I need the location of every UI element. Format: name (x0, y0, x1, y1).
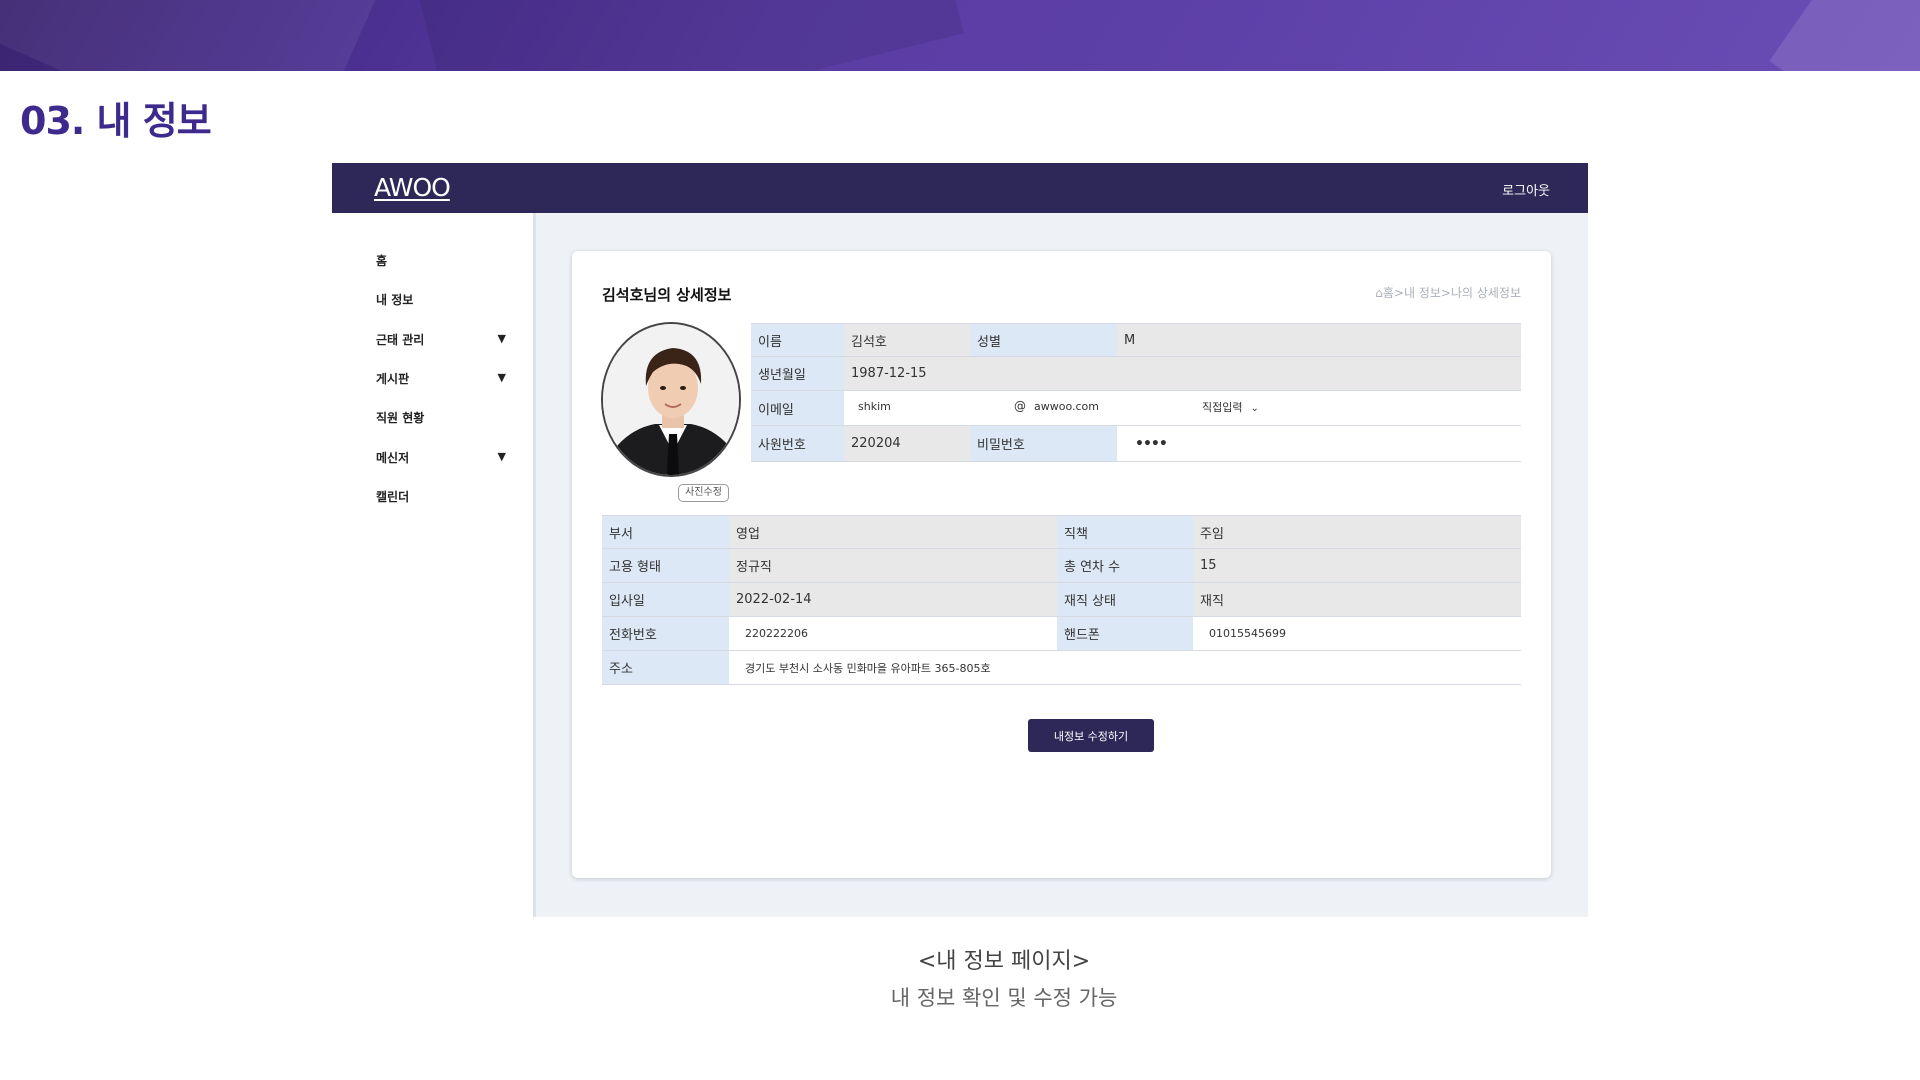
sidebar-item-messenger[interactable]: 메신저 ▼ (376, 449, 506, 469)
dept-label: 부서 (602, 516, 729, 549)
birth-value: 1987-12-15 (844, 357, 1521, 391)
profile-photo (601, 322, 741, 477)
sidebar-item-label: 직원 현황 (376, 411, 425, 425)
leave-value: 15 (1193, 549, 1521, 583)
email-id-input[interactable]: shkim (858, 400, 891, 413)
email-at-sign: @ (1014, 399, 1026, 413)
address-input[interactable]: 경기도 부천시 소사동 민화마을 유아파트 365-805호 (729, 651, 1521, 685)
email-domain-input[interactable]: awwoo.com (1034, 400, 1099, 413)
status-value: 재직 (1193, 583, 1521, 617)
chevron-down-icon: ⌄ (1250, 403, 1259, 414)
sidebar-item-my-info[interactable]: 내 정보 (376, 291, 506, 311)
address-label: 주소 (602, 651, 729, 685)
email-select-value: 직접입력 (1202, 401, 1243, 414)
caret-down-icon[interactable]: ▼ (498, 450, 506, 463)
slide-caption: <내 정보 페이지> (917, 949, 1091, 974)
slide-title: 03. 내 정보 (20, 99, 212, 143)
edit-my-info-button[interactable]: 내정보 수정하기 (1028, 719, 1154, 752)
mobile-label: 핸드폰 (1057, 617, 1193, 651)
sidebar-item-calendar[interactable]: 캘린더 (376, 488, 506, 508)
join-date-value: 2022-02-14 (729, 583, 1057, 617)
caret-down-icon[interactable]: ▼ (498, 332, 506, 345)
sidebar-item-label: 홈 (376, 254, 388, 268)
employment-value: 정규직 (729, 549, 1057, 583)
empno-label: 사원번호 (751, 426, 844, 462)
logout-link[interactable]: 로그아웃 (1502, 180, 1550, 199)
sidebar: 홈 내 정보 근태 관리 ▼ 게시판 ▼ 직원 현황 메신저 ▼ 캘린더 (332, 213, 536, 917)
job-info-table: 부서 영업 직책 주임 고용 형태 정규직 총 연차 수 15 입사일 2022… (602, 515, 1521, 685)
sidebar-item-label: 캘린더 (376, 490, 410, 504)
sidebar-item-attendance[interactable]: 근태 관리 ▼ (376, 331, 506, 351)
position-label: 직책 (1057, 516, 1193, 549)
app-screenshot: AWOO 로그아웃 홈 내 정보 근태 관리 ▼ 게시판 ▼ 직원 현황 메신저… (332, 163, 1588, 917)
basic-info-table: 이름 김석호 성별 M 생년월일 1987-12-15 이메일 shkim @ … (751, 323, 1521, 462)
top-navbar: AWOO 로그아웃 (332, 163, 1588, 213)
sidebar-item-label: 메신저 (376, 451, 410, 465)
sidebar-item-home[interactable]: 홈 (376, 252, 506, 272)
app-logo[interactable]: AWOO (374, 173, 451, 202)
gender-label: 성별 (970, 324, 1117, 357)
name-value: 김석호 (844, 324, 970, 357)
empno-value: 220204 (844, 426, 970, 462)
card-title: 김석호님의 상세정보 (602, 286, 732, 304)
caret-down-icon[interactable]: ▼ (498, 371, 506, 384)
mobile-input[interactable]: 01015545699 (1193, 617, 1521, 651)
birth-label: 생년월일 (751, 357, 844, 391)
slide-subcaption: 내 정보 확인 및 수정 가능 (890, 986, 1118, 1010)
status-label: 재직 상태 (1057, 583, 1193, 617)
email-field-group: shkim @ awwoo.com 직접입력 ⌄ (844, 391, 1521, 426)
sidebar-item-label: 내 정보 (376, 293, 414, 307)
password-input[interactable]: •••• (1117, 426, 1521, 462)
dept-value: 영업 (729, 516, 1057, 549)
sidebar-item-label: 게시판 (376, 372, 410, 386)
sidebar-item-board[interactable]: 게시판 ▼ (376, 370, 506, 390)
sidebar-item-label: 근태 관리 (376, 333, 425, 347)
phone-label: 전화번호 (602, 617, 729, 651)
email-domain-select[interactable]: 직접입력 ⌄ (1202, 399, 1259, 415)
edit-photo-button[interactable]: 사진수정 (678, 484, 729, 502)
name-label: 이름 (751, 324, 844, 357)
leave-label: 총 연차 수 (1057, 549, 1193, 583)
gender-value: M (1117, 324, 1521, 357)
phone-input[interactable]: 220222206 (729, 617, 1057, 651)
join-date-label: 입사일 (602, 583, 729, 617)
detail-card: 김석호님의 상세정보 ⌂홈>내 정보>나의 상세정보 사진수정 이름 김석호 성… (572, 251, 1551, 878)
email-label: 이메일 (751, 391, 844, 426)
position-value: 주임 (1193, 516, 1521, 549)
breadcrumb[interactable]: ⌂홈>내 정보>나의 상세정보 (1375, 284, 1521, 301)
employment-label: 고용 형태 (602, 549, 729, 583)
sidebar-item-staff[interactable]: 직원 현황 (376, 409, 506, 429)
password-label: 비밀번호 (970, 426, 1117, 462)
slide-banner (0, 0, 1920, 71)
